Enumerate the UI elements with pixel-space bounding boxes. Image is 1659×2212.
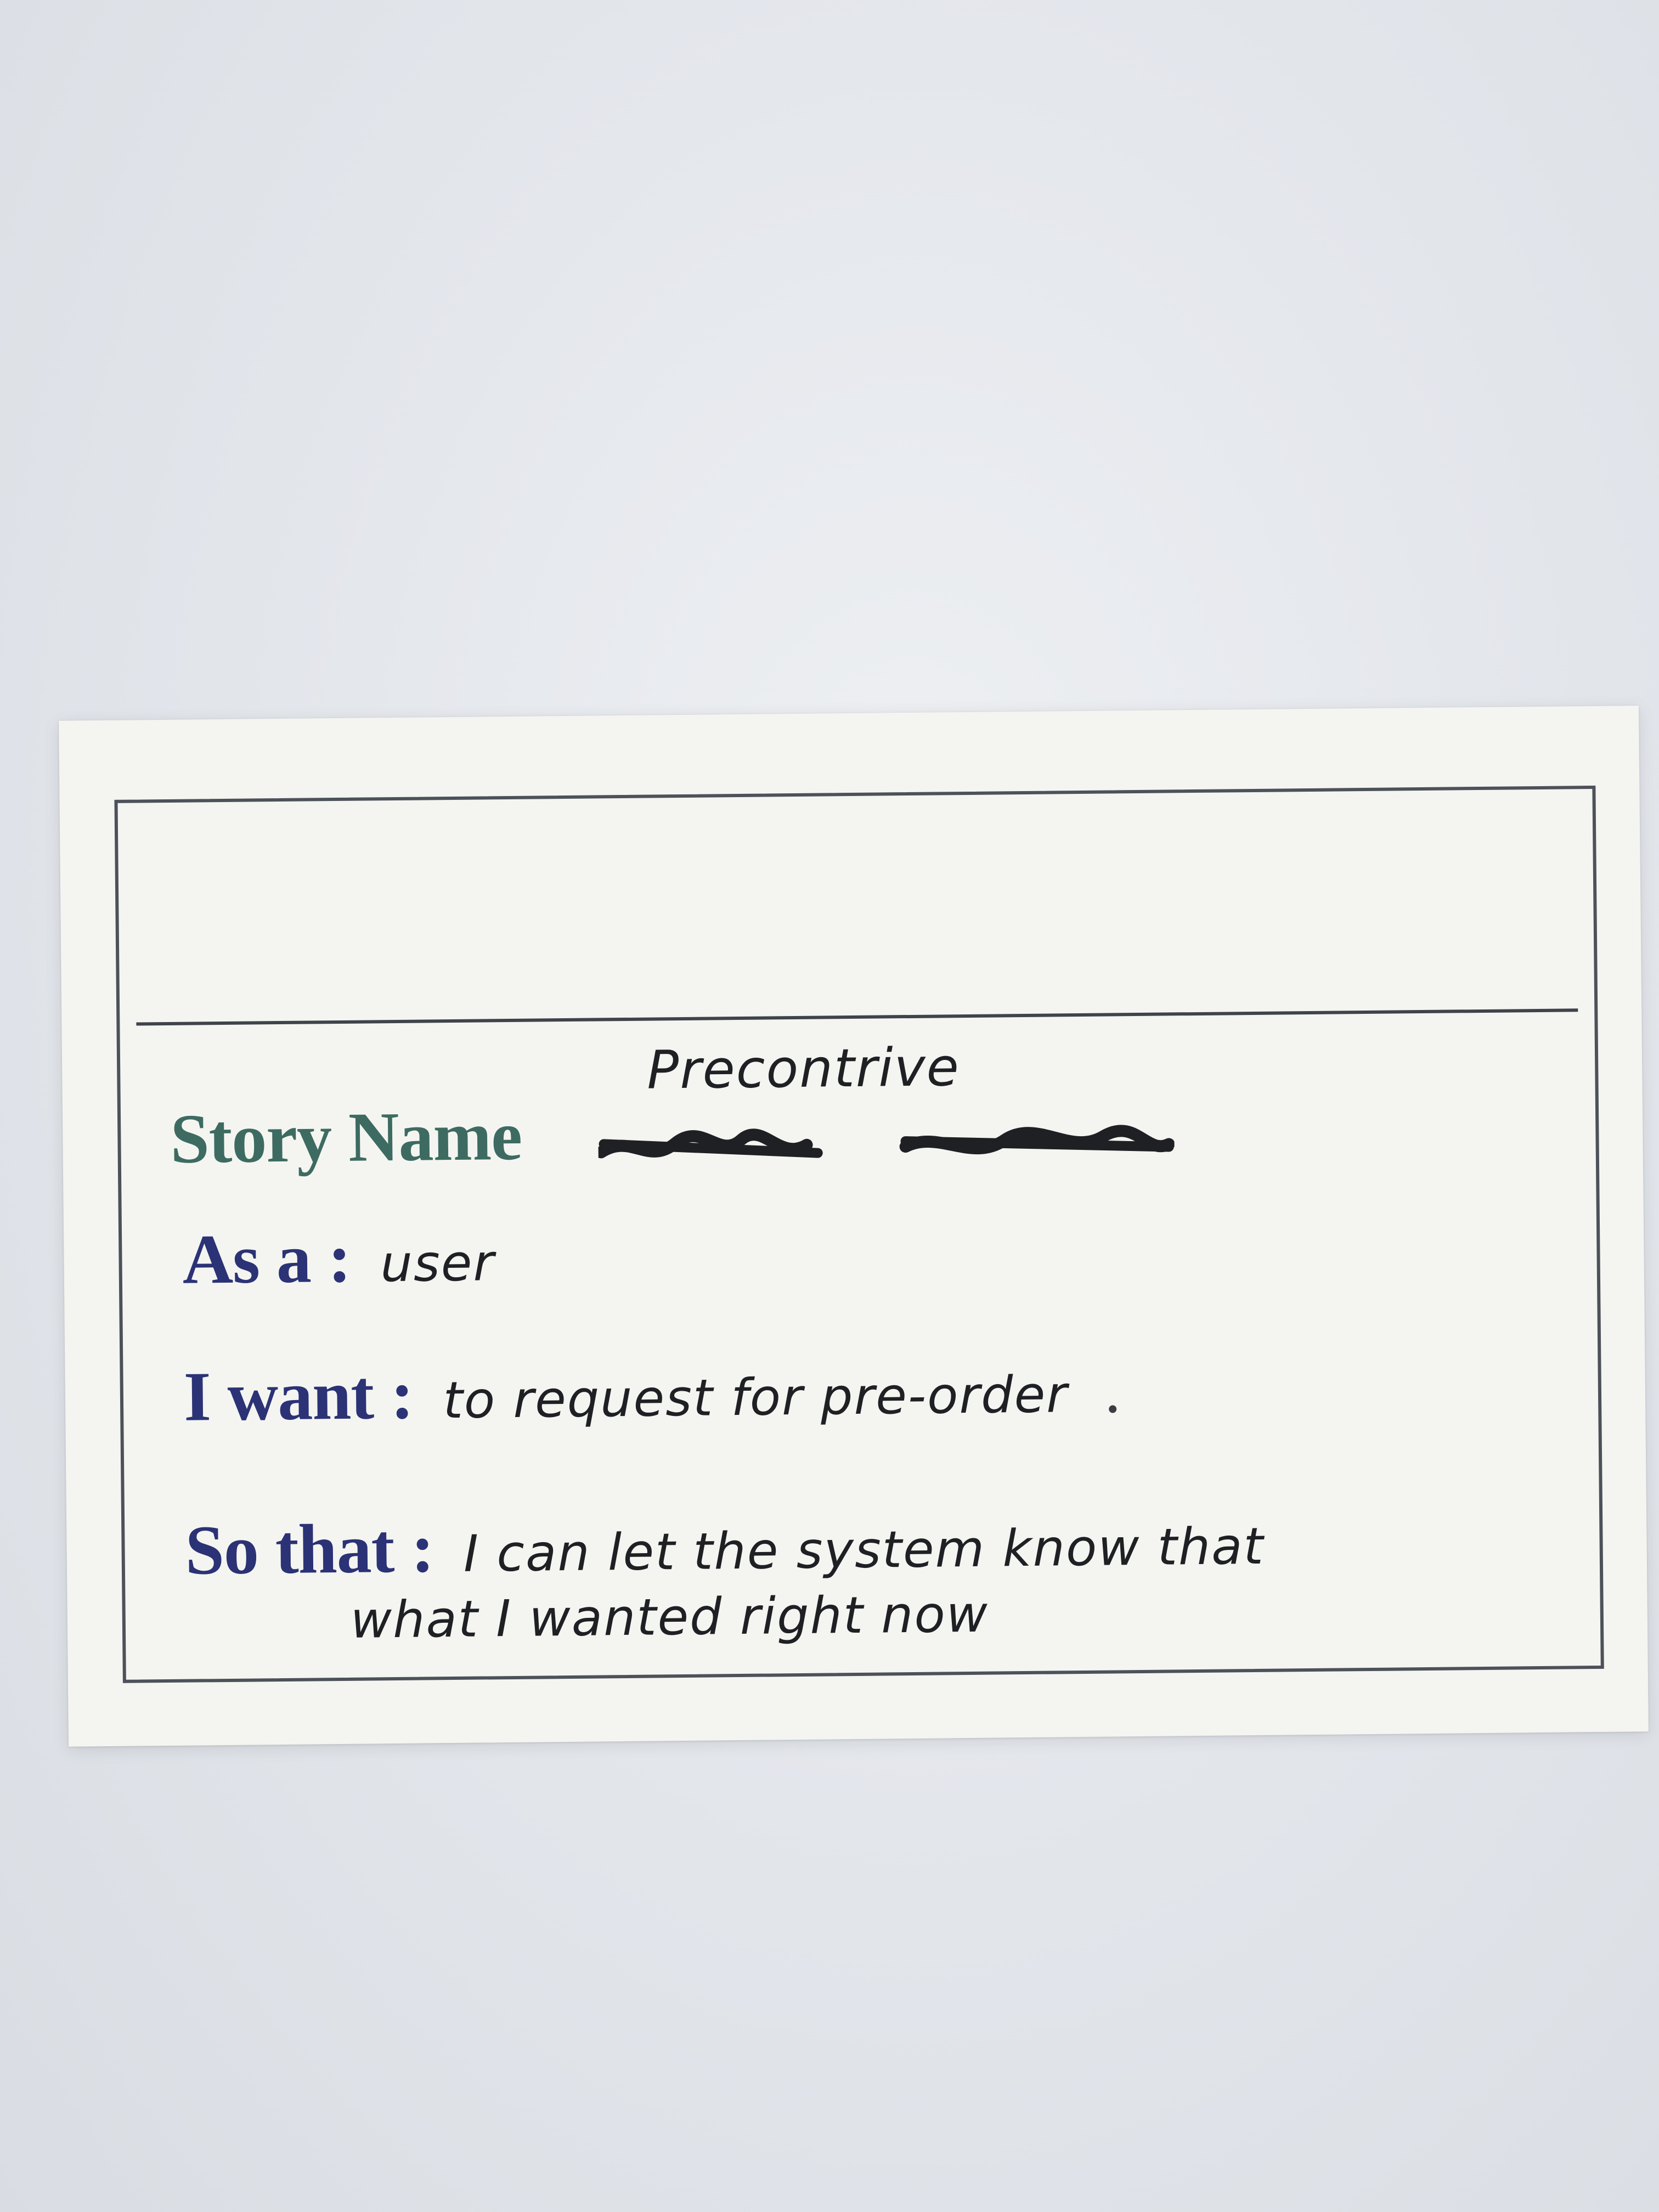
so-that-row: So that : I can let the system know that [185,1500,1265,1591]
so-that-label: So that : [184,1509,435,1589]
crossed-out-scribble [598,1125,1175,1159]
story-name-label: Story Name [170,1096,522,1178]
as-a-label: As a : [182,1218,352,1299]
i-want-label: I want : [183,1355,414,1436]
story-name-row: Story Name [170,1096,522,1180]
i-want-value: to request for pre-order [443,1365,1069,1430]
divider-rule [136,1008,1578,1026]
i-want-row: I want : to request for pre-order [183,1347,1117,1437]
period-mark [1109,1405,1117,1413]
story-name-value-area: Precontrive [597,1034,1218,1183]
card-frame: Story Name Precontrive As a : user I wan… [114,785,1604,1683]
user-story-card: Story Name Precontrive As a : user I wan… [59,706,1649,1747]
so-that-value-line1: I can let the system know that [463,1516,1265,1583]
as-a-value: user [380,1233,495,1294]
story-name-value: Precontrive [646,1036,961,1101]
so-that-value-line2: what I wanted right now [350,1584,989,1650]
as-a-row: As a : user [182,1216,495,1300]
so-that-continuation-row: what I wanted right now [350,1585,989,1650]
